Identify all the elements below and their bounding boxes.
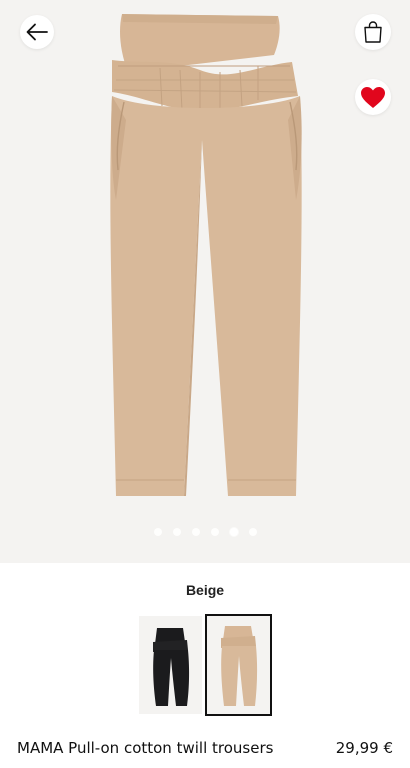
arrow-left-icon <box>26 23 48 41</box>
shopping-bag-button[interactable] <box>355 14 391 50</box>
product-image <box>110 14 302 496</box>
shopping-bag-icon <box>364 21 382 43</box>
carousel-dots <box>0 528 410 538</box>
color-swatches <box>139 614 272 716</box>
carousel-dot[interactable] <box>210 528 219 536</box>
product-title: MAMA Pull-on cotton twill trousers <box>17 739 274 757</box>
color-swatch-beige[interactable] <box>205 614 272 716</box>
product-price: 29,99 € <box>335 739 393 757</box>
carousel-dot[interactable] <box>172 528 181 536</box>
carousel-dot[interactable] <box>153 528 162 536</box>
carousel-dot[interactable] <box>248 528 257 536</box>
carousel-dot-active[interactable] <box>229 528 238 536</box>
carousel-dot[interactable] <box>191 528 200 536</box>
product-image-gallery[interactable] <box>0 0 410 563</box>
favourite-button[interactable] <box>355 79 391 115</box>
heart-icon <box>361 86 385 108</box>
color-swatch-black[interactable] <box>139 616 202 714</box>
beige-trousers-thumbnail <box>221 626 258 706</box>
selected-color-label: Beige <box>185 582 225 598</box>
black-trousers-thumbnail <box>153 628 190 706</box>
back-button[interactable] <box>20 15 54 49</box>
